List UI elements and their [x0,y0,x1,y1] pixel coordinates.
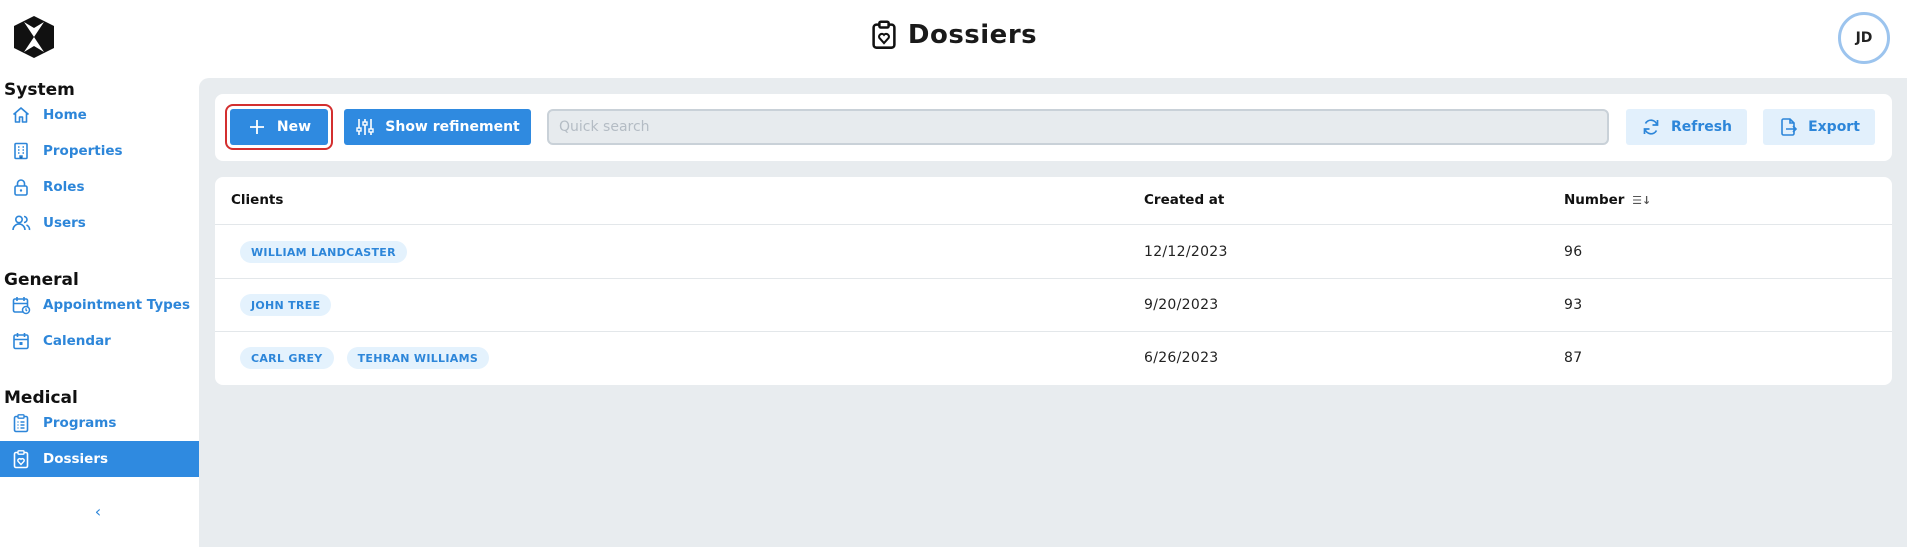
sidebar-item-users[interactable]: Users [0,205,199,241]
clients-cell: WILLIAM LANDCASTER [240,241,407,263]
toolbar: New Show refinement Refresh Export [215,94,1892,161]
sidebar-collapse-button[interactable]: ‹ [88,502,108,522]
sidebar-item-label: Calendar [43,333,111,349]
page-title: Dossiers [0,20,1907,50]
sidebar-item-programs[interactable]: Programs [0,405,199,441]
sort-desc-icon: ☰↓ [1632,194,1652,207]
number-cell: 96 [1564,244,1583,260]
clipboard-heart-icon [13,450,29,469]
main-content: New Show refinement Refresh Export Clien… [199,78,1907,547]
sidebar-item-label: Properties [43,143,123,159]
sidebar-item-label: Appointment Types [43,297,190,313]
column-header-number-label: Number [1564,192,1625,208]
export-button[interactable]: Export [1763,109,1875,145]
client-chip[interactable]: WILLIAM LANDCASTER [240,241,407,263]
column-header-number[interactable]: Number ☰↓ [1564,192,1651,208]
show-refinement-button[interactable]: Show refinement [344,109,531,145]
calendar-clock-icon [12,297,31,315]
sliders-icon [356,119,374,135]
column-header-created-at[interactable]: Created at [1144,192,1224,208]
client-chip[interactable]: JOHN TREE [240,294,332,316]
table-row[interactable]: WILLIAM LANDCASTER 12/12/2023 96 [215,226,1892,279]
building-icon [14,142,28,160]
export-file-icon [1781,118,1798,136]
sidebar-item-dossiers[interactable]: Dossiers [0,441,199,477]
sidebar-item-label: Roles [43,179,85,195]
users-icon [12,215,31,231]
quick-search-input[interactable] [547,109,1609,145]
sidebar-item-label: Users [43,215,86,231]
sidebar: System Home Properties Roles Users Gener… [0,78,199,547]
created-at-cell: 12/12/2023 [1144,244,1228,260]
page-title-text: Dossiers [907,20,1038,50]
column-header-clients[interactable]: Clients [231,192,283,208]
show-refinement-label: Show refinement [385,119,520,135]
clipboard-heart-icon [872,20,896,49]
export-button-label: Export [1808,119,1860,135]
table-row[interactable]: CARL GREY TEHRAN WILLIAMS 6/26/2023 87 [215,332,1892,385]
refresh-button[interactable]: Refresh [1626,109,1747,145]
table-row[interactable]: JOHN TREE 9/20/2023 93 [215,279,1892,332]
sidebar-item-properties[interactable]: Properties [0,133,199,169]
sidebar-item-label: Programs [43,415,117,431]
client-chip[interactable]: TEHRAN WILLIAMS [346,347,490,369]
sidebar-item-home[interactable]: Home [0,97,199,133]
sidebar-item-calendar[interactable]: Calendar [0,323,199,359]
refresh-icon [1643,119,1659,135]
client-chip[interactable]: CARL GREY [240,347,334,369]
sidebar-item-label: Home [43,107,87,123]
sidebar-item-appointment-types[interactable]: Appointment Types [0,287,199,323]
home-icon [12,107,30,123]
clients-cell: JOHN TREE [240,294,332,316]
plus-icon [249,120,264,134]
clients-cell: CARL GREY TEHRAN WILLIAMS [240,347,490,369]
avatar[interactable]: JD [1838,12,1890,64]
dossiers-table: Clients Created at Number ☰↓ WILLIAM LAN… [215,177,1892,385]
created-at-cell: 6/26/2023 [1144,350,1219,366]
number-cell: 87 [1564,350,1583,366]
number-cell: 93 [1564,297,1583,313]
created-at-cell: 9/20/2023 [1144,297,1219,313]
new-button-label: New [276,119,312,135]
calendar-icon [13,333,29,350]
sidebar-item-label: Dossiers [43,451,109,467]
lock-icon [14,179,28,196]
table-header: Clients Created at Number ☰↓ [215,177,1892,225]
app-root: Dossiers JD System Home Properties Roles… [0,0,1907,547]
clipboard-list-icon [13,414,29,433]
sidebar-item-roles[interactable]: Roles [0,169,199,205]
refresh-button-label: Refresh [1670,119,1733,135]
new-button[interactable]: New [225,104,333,150]
